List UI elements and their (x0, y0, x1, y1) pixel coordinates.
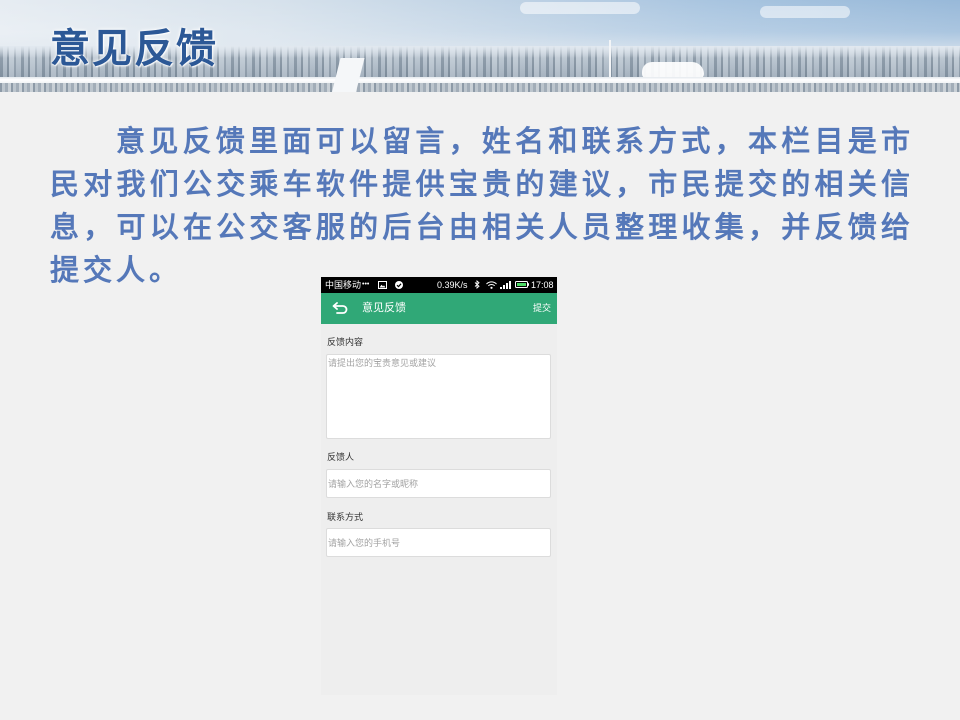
status-bar: 中国移动 ••• 0.39K/s 17:08 (321, 277, 557, 293)
notification-dots: ••• (362, 281, 370, 288)
image-icon (378, 281, 387, 289)
app-bar: 意见反馈 提交 (321, 293, 557, 324)
bluetooth-icon (474, 280, 480, 289)
banner-lower-city (0, 83, 960, 92)
banner-spire (609, 40, 611, 78)
slide-body-text: 意见反馈里面可以留言，姓名和联系方式，本栏目是市民对我们公交乘车软件提供宝贵的建… (50, 126, 914, 287)
phone-screenshot: 中国移动 ••• 0.39K/s 17:08 意见反馈 提交 反馈内容 请提出您… (321, 277, 557, 695)
slide-title: 意见反馈 (50, 27, 218, 71)
contact-phone-input[interactable] (326, 528, 551, 557)
feedback-content-label: 反馈内容 (327, 337, 364, 347)
feedback-name-label: 反馈人 (327, 452, 355, 462)
wifi-icon (486, 281, 497, 289)
feedback-name-input[interactable] (326, 469, 551, 498)
back-arrow-icon[interactable] (332, 302, 348, 314)
signal-icon (500, 281, 511, 289)
banner-smoke (642, 62, 704, 78)
carrier-name: 中国移动 (325, 280, 362, 290)
battery-icon (515, 281, 529, 288)
status-time: 17:08 (531, 280, 554, 290)
feedback-content-textarea[interactable] (326, 354, 551, 439)
contact-label: 联系方式 (327, 512, 364, 522)
network-speed: 0.39K/s (437, 280, 468, 290)
submit-button[interactable]: 提交 (533, 293, 551, 324)
check-circle-icon (395, 281, 403, 289)
app-bar-title: 意见反馈 (362, 302, 406, 314)
